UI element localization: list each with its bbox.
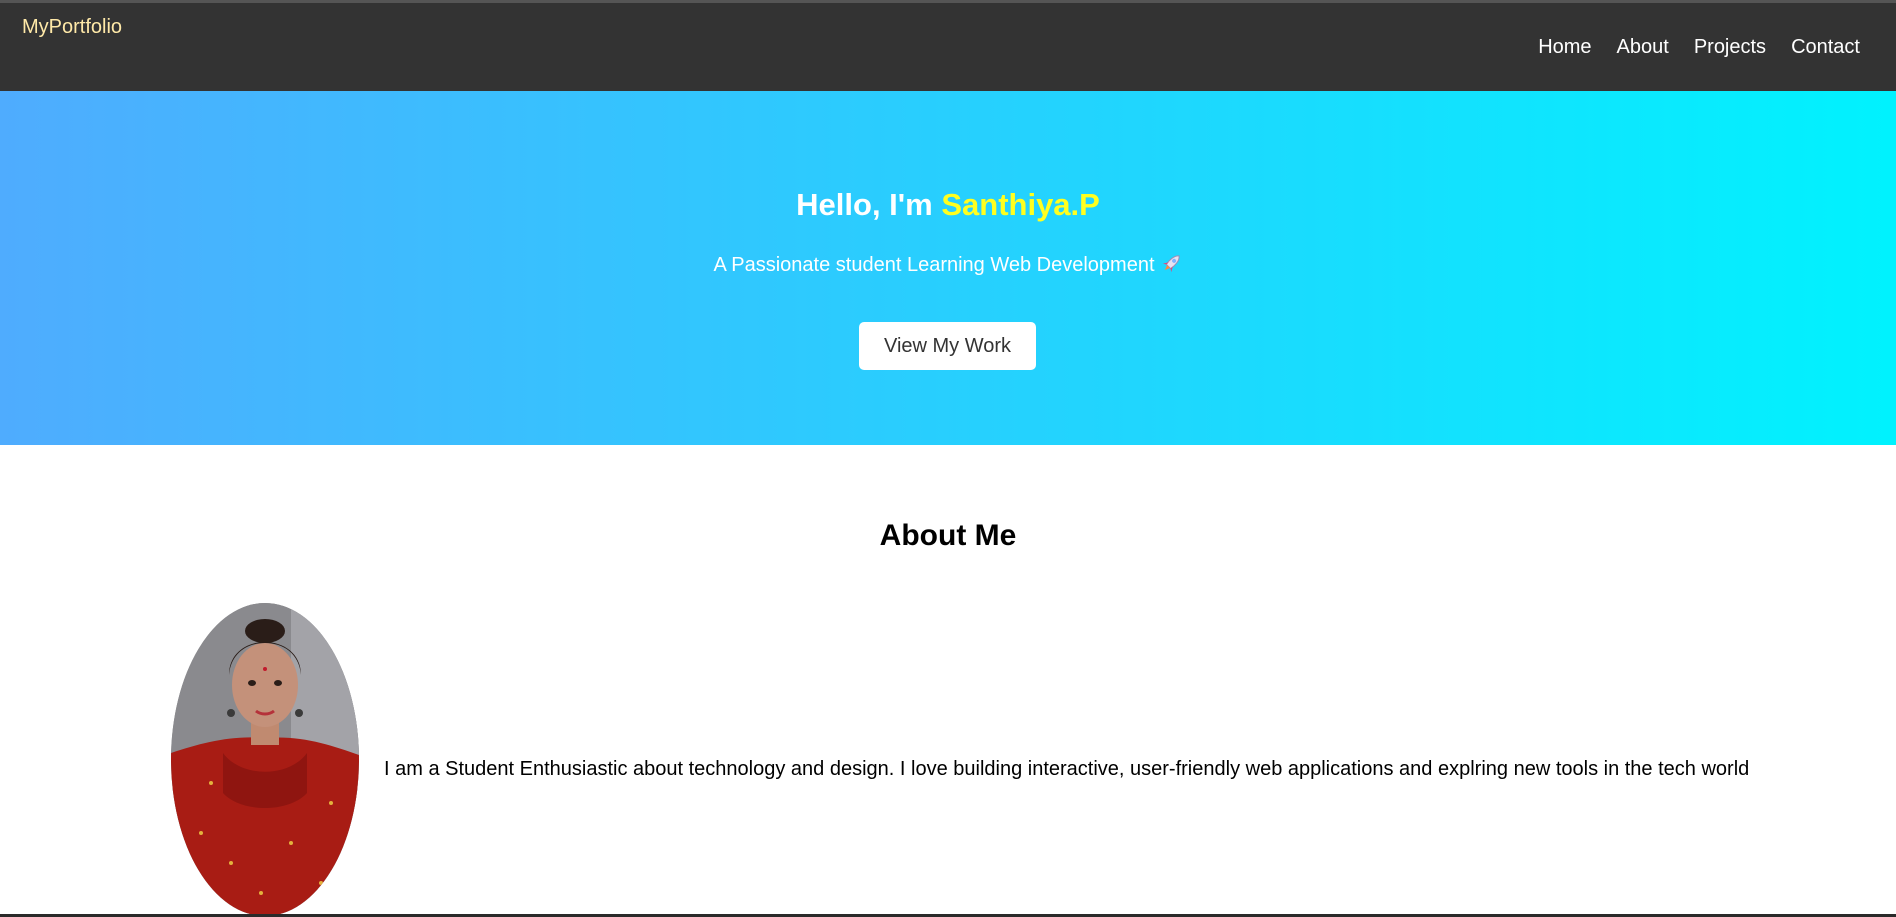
hero-greeting: Hello, I'm <box>796 187 942 222</box>
view-my-work-button[interactable]: View My Work <box>859 322 1036 370</box>
about-section: About Me I am a Student Enthusiastic abo… <box>0 445 1896 917</box>
hero-subtitle-text: A Passionate student Learning Web Develo… <box>713 254 1155 276</box>
profile-photo <box>171 603 359 916</box>
hero-title: Hello, I'm Santhiya.P <box>0 187 1896 223</box>
about-title: About Me <box>879 519 1017 552</box>
hero-subtitle: A Passionate student Learning Web Develo… <box>0 252 1896 280</box>
nav-link-contact[interactable]: Contact <box>1791 36 1860 59</box>
site-logo[interactable]: MyPortfolio <box>22 16 122 39</box>
hero-name: Santhiya.P <box>941 187 1100 222</box>
nav-link-projects[interactable]: Projects <box>1694 36 1766 59</box>
nav-links: Home About Projects Contact <box>1538 36 1860 59</box>
navbar: MyPortfolio Home About Projects Contact <box>0 3 1896 91</box>
about-description: I am a Student Enthusiastic about techno… <box>384 758 1750 780</box>
hero-section: Hello, I'm Santhiya.P A Passionate stude… <box>0 91 1896 445</box>
rocket-icon <box>1161 252 1183 280</box>
nav-link-about[interactable]: About <box>1617 36 1669 59</box>
nav-link-home[interactable]: Home <box>1538 36 1591 59</box>
